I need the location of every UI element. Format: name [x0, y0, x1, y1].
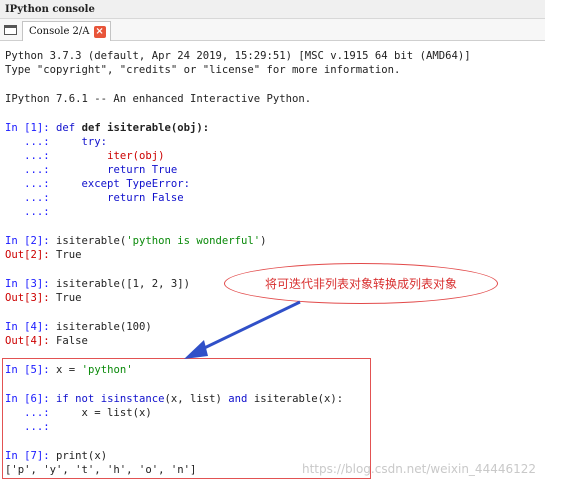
annotation-arrow — [184, 300, 301, 359]
watermark: https://blog.csdn.net/weixin_44446122 — [302, 462, 537, 476]
